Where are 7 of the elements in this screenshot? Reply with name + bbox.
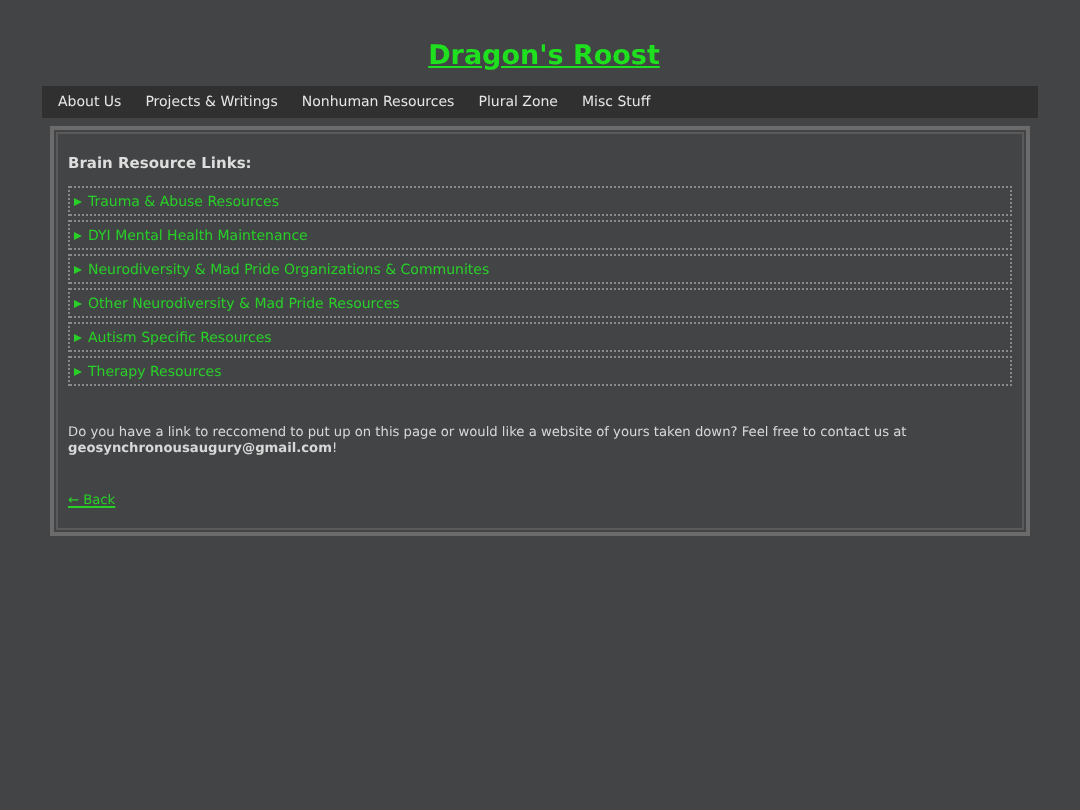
triangle-icon <box>74 265 82 273</box>
triangle-icon <box>74 197 82 205</box>
triangle-icon <box>74 367 82 375</box>
triangle-icon <box>74 231 82 239</box>
triangle-icon <box>74 333 82 341</box>
site-title-link[interactable]: Dragon's Roost <box>428 40 660 72</box>
triangle-icon <box>74 299 82 307</box>
